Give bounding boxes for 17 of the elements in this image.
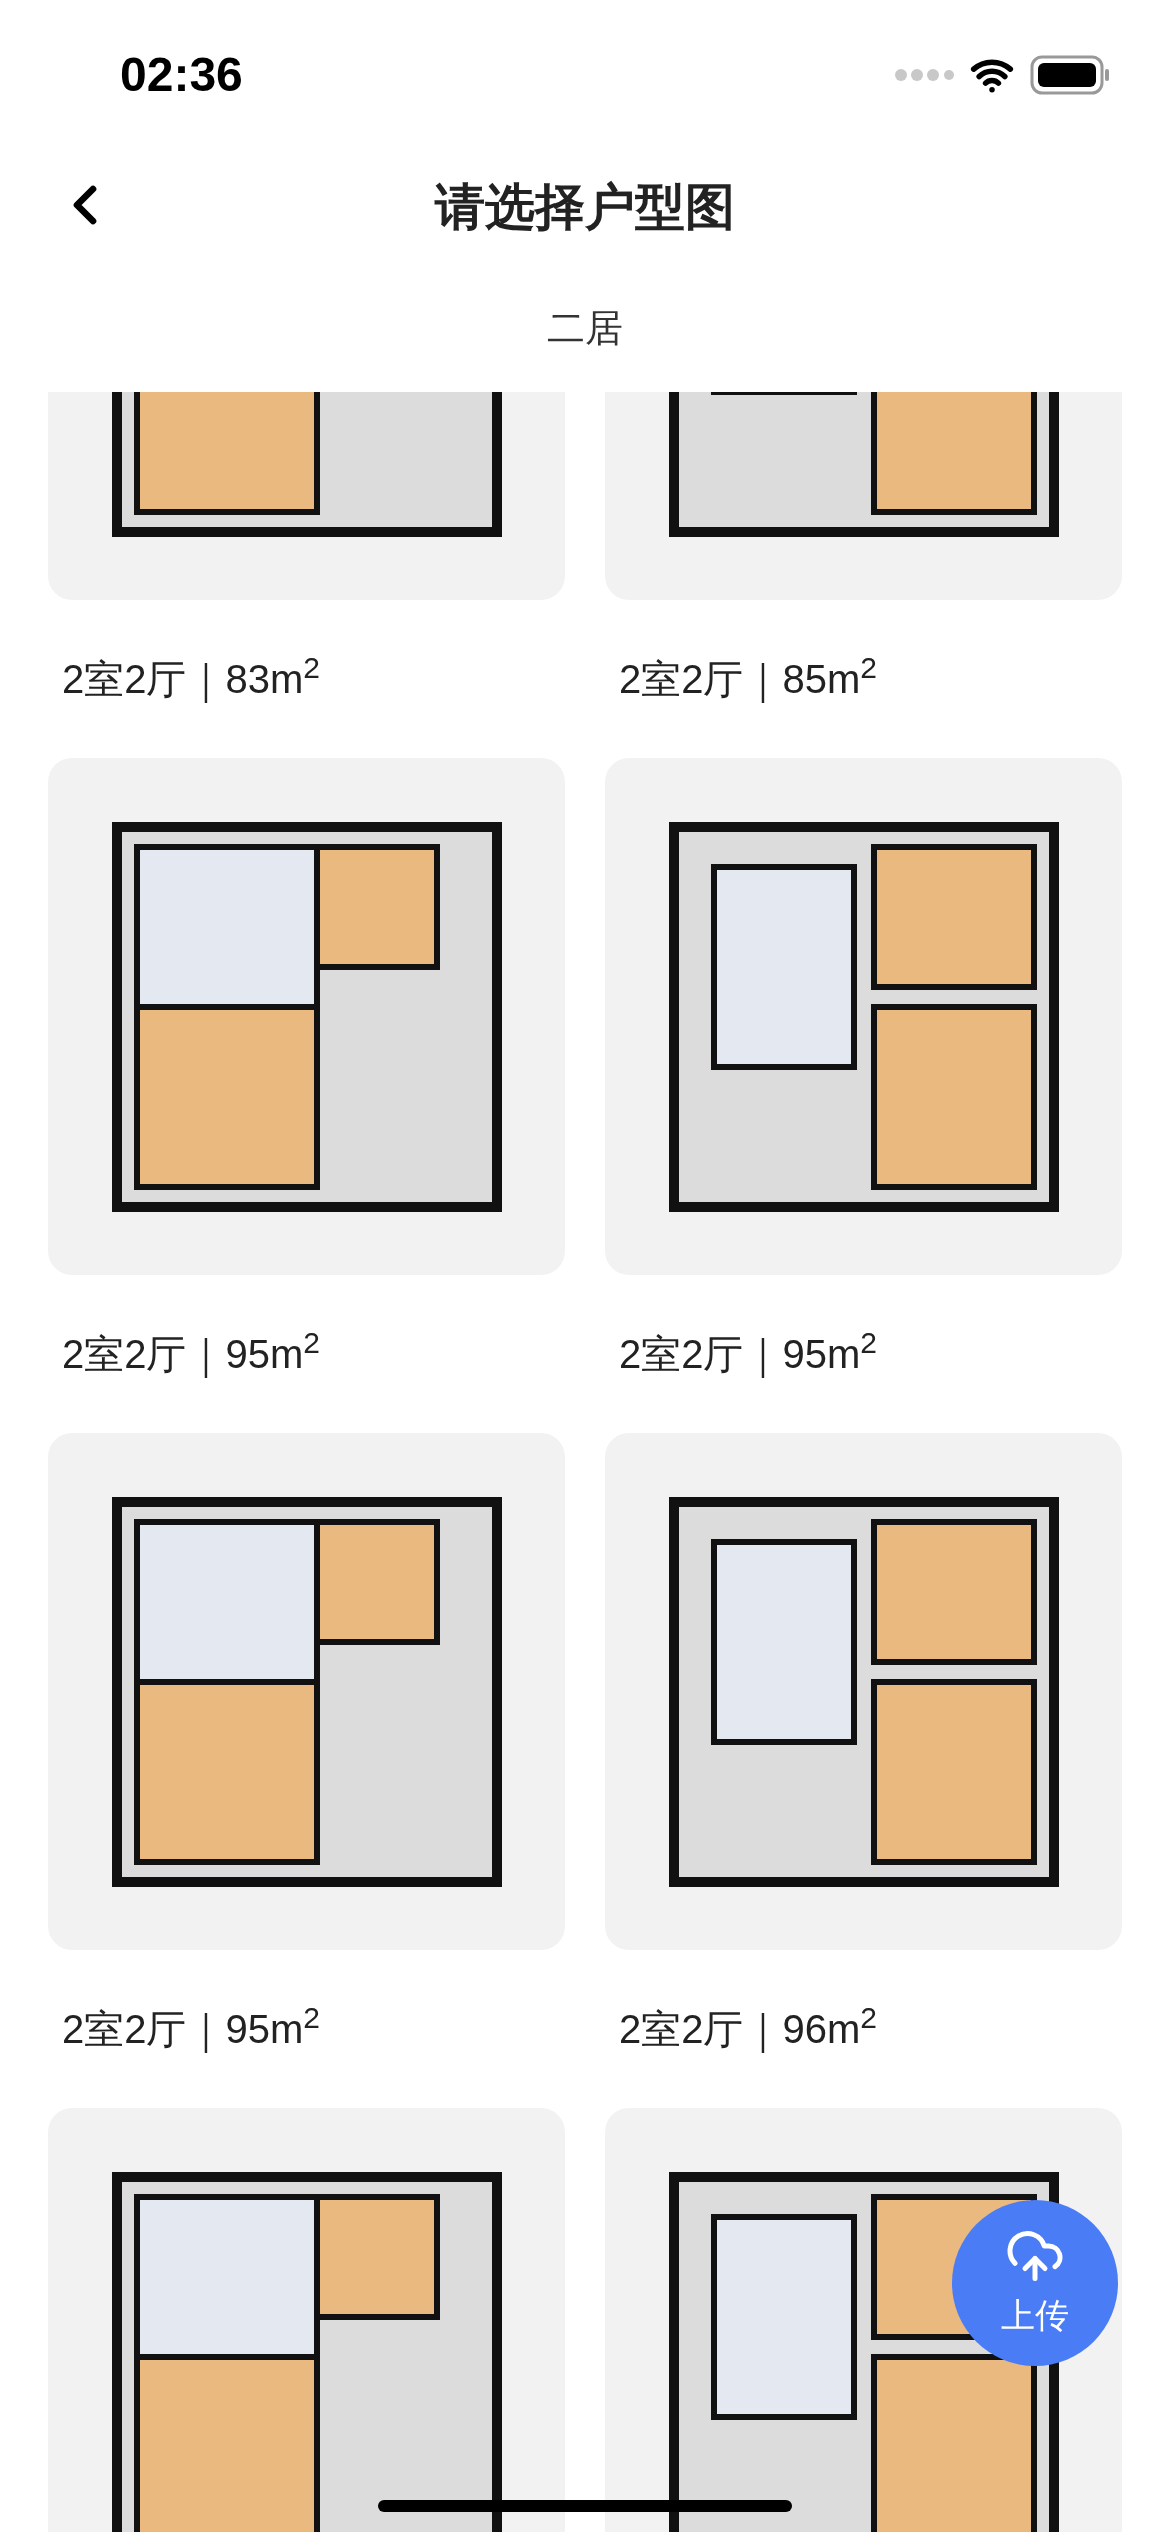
floor-plan-card[interactable] bbox=[605, 2108, 1122, 2532]
plan-label: 2室2厅｜83m$^{2}$ bbox=[62, 650, 320, 705]
floor-plan-card[interactable] bbox=[48, 758, 565, 1275]
plan-label: 2室2厅｜85m$^{2}$ bbox=[619, 650, 877, 705]
floor-plan-card[interactable] bbox=[605, 1433, 1122, 1950]
signal-icon bbox=[894, 68, 954, 82]
plan-label: 2室2厅｜95m$^{2}$ bbox=[619, 1325, 877, 1380]
section-title: 二居 bbox=[547, 306, 623, 351]
battery-icon bbox=[1030, 55, 1110, 95]
page-title: 请选择户型图 bbox=[435, 178, 735, 237]
floor-plan-card[interactable] bbox=[605, 758, 1122, 1275]
plan-label: 2室2厅｜95m$^{2}$ bbox=[62, 2000, 320, 2055]
plan-label: 2室2厅｜96m$^{2}$ bbox=[619, 2000, 877, 2055]
plan-label: 2室2厅｜95m$^{2}$ bbox=[62, 1325, 320, 1380]
floor-plan-card[interactable] bbox=[48, 1433, 565, 1950]
floor-plan-card[interactable] bbox=[48, 2108, 565, 2532]
status-time: 02:36 bbox=[120, 47, 243, 103]
